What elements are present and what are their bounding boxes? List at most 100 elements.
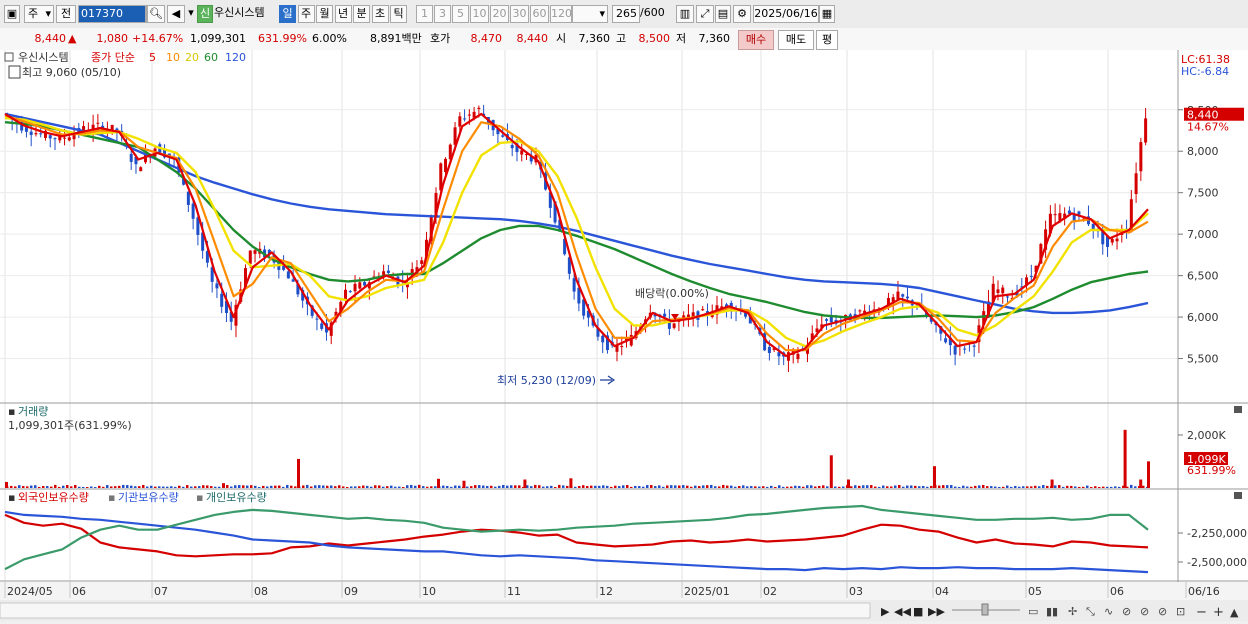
interval-button[interactable]: 5 (452, 5, 469, 23)
holdings-panel-collapse-icon[interactable]: ▪ (8, 491, 15, 504)
rewind-icon[interactable]: ◀◀ (894, 605, 911, 618)
volume-bar (810, 485, 813, 488)
period-tab[interactable]: 틱 (390, 5, 407, 23)
volume-bar (802, 486, 805, 488)
zoom-in-icon[interactable]: + (1213, 605, 1224, 620)
save-icon[interactable]: ▤ (715, 5, 731, 23)
ma60-legend: 60 (204, 51, 218, 64)
period-tab[interactable]: 분 (353, 5, 370, 23)
gear-icon[interactable]: ⚙ (733, 5, 751, 23)
tool-fib-icon[interactable]: ∿ (1104, 605, 1113, 618)
volume-bar (634, 485, 637, 488)
tool-line-icon[interactable]: ⤡ (1086, 605, 1095, 618)
candle-body (601, 335, 605, 343)
volume-bar (898, 485, 901, 488)
volume-spike (847, 479, 850, 488)
candle-body (1110, 238, 1114, 243)
holdings-panel-close-icon[interactable] (1234, 492, 1242, 499)
volume-bar (922, 485, 925, 488)
period-tab[interactable]: 일 (279, 5, 296, 23)
calendar-icon[interactable]: ▦ (819, 5, 835, 23)
count-input[interactable]: 265 (612, 5, 640, 23)
new-badge: 신 (197, 5, 213, 23)
scroll-up-icon[interactable]: ▲ (1230, 606, 1239, 619)
high-note: 최고 9,060 (05/10) (22, 66, 121, 79)
volume-bar (62, 485, 65, 488)
fast-forward-icon[interactable]: ▶▶ (928, 605, 945, 618)
sell-button[interactable]: 매도 (778, 30, 814, 50)
volume-bar (1106, 486, 1109, 488)
interval-button[interactable]: 20 (490, 5, 509, 23)
interval-button[interactable]: 10 (470, 5, 489, 23)
price-change: 1,080 (96, 32, 129, 45)
volume-bar (190, 486, 193, 488)
tool-crop-icon[interactable]: ⊡ (1176, 605, 1185, 618)
interval-button[interactable]: 60 (530, 5, 549, 23)
volume-bar (474, 485, 477, 488)
tool-crosshair-icon[interactable]: ✢ (1068, 605, 1077, 618)
period-tab[interactable]: 초 (371, 5, 389, 23)
volume-bar (1062, 486, 1065, 488)
volume-panel-close-icon[interactable] (1234, 406, 1242, 413)
volume-bar (690, 486, 693, 488)
candle-body (796, 353, 800, 360)
toolbar: ▣ 주▾ 전 017370 ▾ 🔍︎ ◀ ▾ 신 우신시스템 일주월년분초틱 1… (0, 0, 1248, 29)
volume-bar (586, 485, 589, 488)
volume-bar (18, 485, 21, 488)
market-select[interactable]: 주 ▾ (24, 5, 54, 23)
period-tab[interactable]: 주 (297, 5, 315, 23)
eval-button[interactable]: 평 (816, 30, 838, 50)
tool-text-icon[interactable]: ⊘ (1122, 605, 1131, 618)
volume-bar (306, 484, 309, 488)
volume-bar (622, 485, 625, 488)
interval-button[interactable]: 120 (550, 5, 572, 23)
volume-panel-collapse-icon[interactable]: ▪ (8, 405, 15, 418)
zoom-slider-handle[interactable] (981, 603, 989, 616)
tool-link-icon[interactable]: ⊘ (1140, 605, 1149, 618)
x-axis-label: 2024/05 (7, 585, 53, 598)
volume-bar (310, 486, 313, 488)
speaker-icon[interactable]: ◀ (167, 5, 185, 23)
volume-bar (1066, 485, 1069, 488)
ma-label: 종가 단순 (91, 51, 135, 64)
volume-bar (906, 485, 909, 488)
chart-area[interactable]: 5,5006,0006,5007,0007,5008,0008,500 우신시스… (0, 50, 1248, 621)
zoom-out-icon[interactable]: − (1196, 605, 1207, 620)
institution-legend: 기관보유수량 (118, 491, 179, 504)
interval-button[interactable]: 30 (510, 5, 529, 23)
window-menu-icon[interactable]: ▣ (4, 5, 20, 23)
price-tick-label: 5,500 (1187, 353, 1219, 366)
tool-bars-icon[interactable]: ▮▮ (1046, 605, 1058, 618)
play-icon[interactable]: ▶ (881, 605, 890, 618)
tool-ruler-icon[interactable]: ⊘ (1158, 605, 1167, 618)
stop-icon[interactable]: ■ (913, 605, 923, 618)
volume-bar (22, 486, 25, 488)
stock-code-input[interactable]: 017370 (78, 5, 146, 23)
candle-body (701, 309, 705, 311)
x-axis-label: 05 (1028, 585, 1042, 598)
buy-button[interactable]: 매수 (738, 30, 774, 50)
volume-bar (842, 486, 845, 488)
scroll-track[interactable] (0, 602, 871, 619)
prev-button[interactable]: 전 (56, 5, 76, 23)
speaker-dropdown-icon[interactable]: ▾ (186, 5, 196, 23)
volume-bar (682, 485, 685, 488)
volume-bar (866, 485, 869, 488)
chart-type-icon[interactable]: ▥ (676, 5, 694, 23)
candle-body (320, 323, 324, 329)
interval-button[interactable]: 3 (434, 5, 451, 23)
open-label: 시 (556, 32, 567, 45)
period-tab[interactable]: 월 (316, 5, 333, 23)
chart-svg[interactable]: 5,5006,0006,5007,0007,5008,0008,500 우신시스… (0, 50, 1248, 621)
period-tab[interactable]: 년 (334, 5, 352, 23)
x-axis-label: 10 (422, 585, 436, 598)
calendar-icon[interactable] (8, 65, 21, 79)
volume-bar (234, 485, 237, 488)
interval-select[interactable]: ▾ (572, 5, 608, 23)
drawing-tool-icon[interactable]: ⤢ (696, 5, 714, 23)
tool-cursor-icon[interactable]: ▭ (1028, 605, 1038, 618)
search-icon[interactable]: 🔍︎ (147, 5, 165, 23)
date-input[interactable]: 2025/06/16 (753, 5, 819, 23)
volume-spike (5, 481, 8, 488)
interval-button[interactable]: 1 (416, 5, 433, 23)
